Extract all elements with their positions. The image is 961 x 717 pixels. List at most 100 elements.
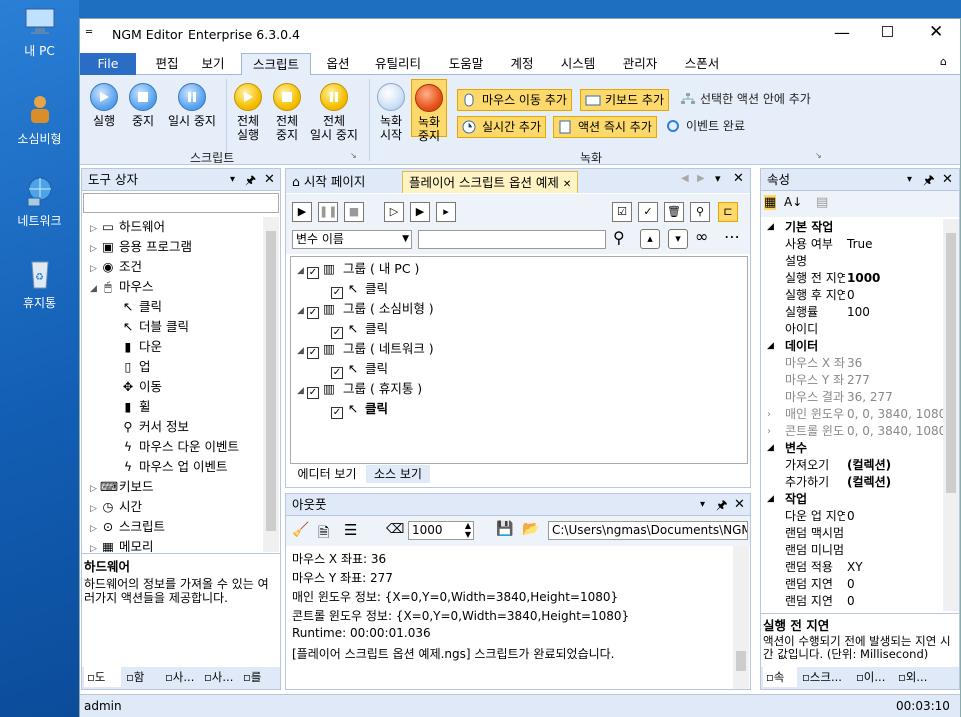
property-category[interactable]: ◢ 기본 작업	[761, 219, 941, 236]
menu-script[interactable]: 스크립트	[241, 53, 311, 76]
output-path-field[interactable]: C:\Users\ngmas\Documents\NGM6\	[548, 521, 748, 540]
property-row[interactable]: 랜덤 지연 0	[761, 576, 941, 593]
property-row[interactable]: 실행 후 지연 0	[761, 287, 941, 304]
toolbox-item[interactable]: ▯ 업	[120, 357, 151, 377]
line-count-stepper[interactable]: 1000 ▲ ▼	[408, 521, 474, 540]
script-action-row[interactable]: ✓ ↖ 클릭	[331, 399, 388, 419]
collapsed-icon[interactable]: ▷	[90, 539, 100, 552]
property-value[interactable]: (컬렉션)	[847, 457, 891, 474]
toolbox-item[interactable]: ▷ ◷ 시간	[90, 497, 142, 517]
script-group-row[interactable]: ◢ ✓ ▥ 그룹 ( 휴지통 )	[297, 379, 422, 399]
scrollbar-thumb[interactable]	[266, 231, 276, 531]
close-icon[interactable]: ✕	[733, 171, 744, 186]
property-row[interactable]: 랜덤 미니멈	[761, 542, 941, 559]
toolbox-item[interactable]: ▷ ⌨키보드	[90, 477, 154, 497]
group-launcher-icon[interactable]: ↘	[815, 151, 822, 160]
expanded-icon[interactable]: ◢	[767, 219, 774, 236]
menu-help[interactable]: 도움말	[441, 53, 491, 75]
add-mouse-move-button[interactable]: 마우스 이동 추가	[457, 89, 572, 111]
property-category[interactable]: ◢ 데이터	[761, 338, 941, 355]
tab-editor-view[interactable]: 에디터 보기	[290, 465, 364, 483]
pause-icon[interactable]: ❚❚	[318, 202, 338, 222]
sort-az-icon[interactable]: A↓	[784, 195, 802, 209]
infinity-icon[interactable]: ∞	[695, 227, 708, 246]
toolbox-item[interactable]: ϟ 마우스 업 이벤트	[120, 457, 228, 477]
list-icon[interactable]: ☰	[344, 521, 357, 539]
broom-icon[interactable]: 🧹	[292, 522, 309, 538]
checkbox[interactable]: ✓	[331, 367, 343, 379]
up-icon[interactable]: ▴	[640, 229, 660, 249]
expanded-icon[interactable]: ◢	[767, 440, 774, 457]
script-action-row[interactable]: ✓ ↖ 클릭	[331, 279, 388, 299]
property-row[interactable]: 설명	[761, 253, 941, 270]
step-play-icon[interactable]: ▷	[384, 202, 404, 222]
tab-source-view[interactable]: 소스 보기	[366, 465, 430, 483]
close-icon[interactable]: ✕	[929, 22, 943, 42]
expanded-icon[interactable]: ◢	[297, 381, 307, 401]
toolbox-tab[interactable]: ▫를	[240, 667, 277, 687]
stop-button[interactable]: 중지	[125, 83, 161, 128]
toolbox-item[interactable]: ◢ 🖱 마우스	[90, 277, 154, 297]
toolbox-item[interactable]: ▮ 휠	[120, 397, 151, 417]
delete-icon[interactable]: 🗑	[664, 202, 684, 222]
maximize-icon[interactable]	[882, 26, 893, 37]
add-in-selected-action-button[interactable]: 선택한 액션 안에 추가	[676, 89, 815, 111]
toolbox-item[interactable]: ▷ ⊙ 스크립트	[90, 517, 165, 537]
menu-options[interactable]: 옵션	[318, 53, 358, 75]
menu-edit[interactable]: 편집	[146, 53, 188, 75]
step-icon[interactable]: ▶	[410, 202, 430, 222]
record-stop-button[interactable]: 녹화 중지	[411, 79, 447, 143]
dropdown-icon[interactable]: ▾	[230, 169, 235, 191]
add-action-now-button[interactable]: 액션 즉시 추가	[553, 116, 657, 138]
property-row[interactable]: 추가하기 (컬렉션)	[761, 474, 941, 491]
collapsed-icon[interactable]: ▷	[90, 239, 100, 259]
menu-sponsor[interactable]: 스폰서	[677, 53, 727, 75]
checkbox[interactable]: ✓	[331, 287, 343, 299]
stop-all-button[interactable]: 전체 중지	[267, 83, 307, 142]
property-row[interactable]: 가져오기 (컬렉션)	[761, 457, 941, 474]
tab-start-page[interactable]: ⌂ 시작 페이지	[288, 171, 369, 192]
script-group-row[interactable]: ◢ ✓ ▥ 그룹 ( 네트워크 )	[297, 339, 434, 359]
document-icon[interactable]: 🗎	[318, 522, 329, 546]
checkbox[interactable]: ✓	[307, 387, 319, 399]
desktop-icon-recycle-bin[interactable]: ♻ 휴지통	[0, 256, 79, 311]
toolbox-scrollbar[interactable]	[263, 217, 279, 552]
expanded-icon[interactable]: ◢	[767, 338, 774, 355]
checkbox[interactable]: ✓	[307, 307, 319, 319]
property-value[interactable]: 0, 0, 3840, 1080	[847, 423, 943, 440]
search-icon[interactable]: ⚲	[613, 228, 625, 247]
check-all-icon[interactable]: ☑	[612, 202, 632, 222]
ribbon-collapse-icon[interactable]: ⌂	[940, 55, 947, 68]
event-done-button[interactable]: 이벤트 완료	[662, 116, 749, 138]
properties-tab[interactable]: ▫속	[763, 667, 797, 687]
collapsed-icon[interactable]: ▷	[90, 219, 100, 239]
property-value[interactable]: 0	[847, 576, 855, 593]
toolbox-item[interactable]: ϟ 마우스 다운 이벤트	[120, 437, 239, 457]
tab-prev-icon[interactable]: ◀	[681, 173, 689, 184]
toolbox-tab[interactable]: ▫함	[123, 667, 160, 687]
scrollbar-thumb[interactable]	[946, 233, 956, 493]
collapsed-icon[interactable]: ▷	[90, 499, 100, 519]
expanded-icon[interactable]: ◢	[767, 491, 774, 508]
toolbox-tab[interactable]: ▫도	[84, 667, 121, 687]
properties-tab[interactable]: ▫외...	[895, 667, 941, 687]
property-row[interactable]: 마우스 결과 36, 277	[761, 389, 941, 406]
property-row[interactable]: 랜덤 지연 0	[761, 593, 941, 610]
property-value[interactable]: 0, 0, 3840, 1080	[847, 406, 943, 423]
property-category[interactable]: ◢ 작업	[761, 491, 941, 508]
property-value[interactable]: 0	[847, 593, 855, 610]
more-icon[interactable]: ⋯	[724, 227, 740, 246]
tab-script-options[interactable]: 플레이어 스크립트 옵션 예제 ✕	[402, 171, 579, 193]
down-icon[interactable]: ▾	[668, 229, 688, 249]
property-value[interactable]: XY	[847, 559, 863, 576]
expanded-icon[interactable]: ◢	[297, 341, 307, 361]
toolbox-tab[interactable]: ▫사...	[201, 667, 238, 687]
menu-utility[interactable]: 유틸리티	[369, 53, 427, 75]
desktop-icon-network[interactable]: 네트워크	[0, 174, 79, 229]
record-start-button[interactable]: 녹화 시작	[374, 83, 408, 142]
eraser-icon[interactable]: ⌫	[386, 522, 404, 537]
toolbox-item[interactable]: ▷ ▭ 하드웨어	[90, 217, 165, 237]
run-button[interactable]: 실행	[86, 83, 122, 128]
property-value[interactable]: True	[847, 236, 873, 253]
zoom-icon[interactable]: ⚲	[690, 202, 710, 222]
